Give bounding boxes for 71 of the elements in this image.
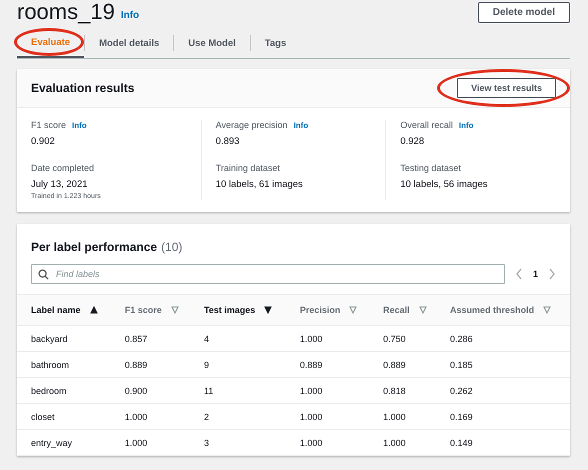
delete-model-button[interactable]: Delete model <box>478 2 570 22</box>
table-cell: 1.000 <box>286 326 370 352</box>
sort-icon[interactable] <box>543 306 552 314</box>
table-cell: 2 <box>190 404 286 430</box>
column-header[interactable]: Precision <box>300 305 340 315</box>
detail-value: 10 labels, 56 images <box>400 179 488 190</box>
table-cell: 1.000 <box>110 404 190 430</box>
metric-label: F1 score <box>31 120 66 130</box>
detail-value: July 13, 2021 <box>31 179 89 190</box>
detail-label: Testing dataset <box>400 163 461 173</box>
table-cell: bathroom <box>17 352 111 378</box>
table-cell: 1.000 <box>369 430 436 456</box>
table-cell: 11 <box>190 378 286 404</box>
label-count: (10) <box>161 240 182 254</box>
column-header[interactable]: Assumed threshold <box>450 305 534 315</box>
detail-label: Training dataset <box>216 163 280 173</box>
detail-value: 10 labels, 61 images <box>216 179 304 190</box>
tab[interactable]: Tags <box>250 28 300 58</box>
metric-value: 0.893 <box>216 136 240 147</box>
table-cell: 0.149 <box>436 430 570 456</box>
sort-icon[interactable] <box>349 306 358 314</box>
table-cell: 0.889 <box>286 352 370 378</box>
table-cell: 4 <box>190 326 286 352</box>
table-cell: 0.262 <box>436 378 570 404</box>
table-cell: closet <box>17 404 111 430</box>
card-title: Evaluation results <box>31 81 134 95</box>
card-title: Per label performance <box>31 240 158 254</box>
table-cell: 0.750 <box>369 326 436 352</box>
metric-value: 0.902 <box>31 136 56 147</box>
tab[interactable]: Model details <box>85 28 174 58</box>
table-cell: 0.818 <box>369 378 436 404</box>
sort-ascending-icon[interactable] <box>90 306 98 314</box>
table-cell: 3 <box>190 430 286 456</box>
column-header[interactable]: F1 score <box>124 305 162 315</box>
table-cell: 1.000 <box>110 430 190 456</box>
sort-descending-icon[interactable] <box>264 306 272 314</box>
table-cell: 1.000 <box>286 430 370 456</box>
table-cell: backyard <box>17 326 111 352</box>
table-cell: 0.169 <box>436 404 570 430</box>
info-link[interactable]: Info <box>294 121 308 130</box>
previous-page-icon[interactable] <box>514 268 523 280</box>
page-number[interactable]: 1 <box>532 269 538 279</box>
detail-label: Date completed <box>31 163 94 173</box>
column-header[interactable]: Label name <box>31 305 81 315</box>
info-link[interactable]: Info <box>458 121 474 130</box>
table-cell: bedroom <box>17 378 111 404</box>
info-link[interactable]: Info <box>120 10 140 20</box>
table-cell: 0.900 <box>110 378 190 404</box>
table-cell: 0.857 <box>110 326 190 352</box>
info-link[interactable]: Info <box>72 121 87 130</box>
view-test-results-button[interactable]: View test results <box>457 78 556 98</box>
table-cell: entry_way <box>17 430 111 456</box>
metric-label: Overall recall <box>400 120 453 130</box>
sort-icon[interactable] <box>170 306 179 314</box>
table-cell: 1.000 <box>369 404 436 430</box>
table-cell: 0.185 <box>436 352 570 378</box>
table-cell: 1.000 <box>286 404 370 430</box>
table-cell: 0.889 <box>110 352 190 378</box>
column-header[interactable]: Recall <box>383 305 410 315</box>
table-cell: 0.286 <box>436 326 570 352</box>
table-cell: 9 <box>190 352 286 378</box>
search-field[interactable]: Find labels <box>31 264 505 284</box>
page-title: rooms_19 <box>17 0 115 24</box>
table-cell: 1.000 <box>286 378 370 404</box>
table-cell: 0.889 <box>369 352 436 378</box>
next-page-icon[interactable] <box>548 268 556 280</box>
tab[interactable]: Use Model <box>174 28 250 58</box>
column-header[interactable]: Test images <box>204 305 256 315</box>
metric-label: Average precision <box>216 120 288 130</box>
sort-icon[interactable] <box>418 306 427 314</box>
metric-value: 0.928 <box>400 136 426 147</box>
